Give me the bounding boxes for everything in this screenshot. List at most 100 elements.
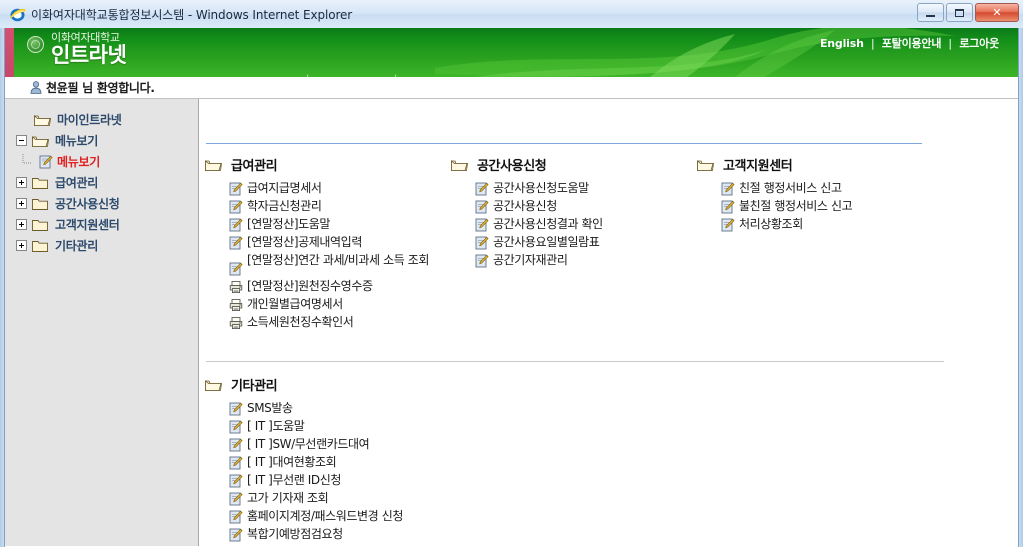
sidebar-item-customer-support[interactable]: 고객지원센터 — [13, 214, 198, 235]
sidebar-item-label: 공간사용신청 — [55, 197, 120, 211]
menu-link-kind-service-report[interactable]: 친절 행정서비스 신고 — [721, 181, 937, 196]
group-header: 기타관리 — [205, 375, 605, 394]
menu-link-label: 친절 행정서비스 신고 — [739, 181, 842, 195]
folder-open-icon — [32, 135, 49, 147]
sidebar-item-menu-view-group[interactable]: 메뉴보기 — [13, 130, 198, 151]
folder-open-icon — [34, 114, 51, 126]
document-pencil-icon — [229, 262, 243, 276]
menu-group-payroll: 급여관리 급여지급명세서 학자금신청관리 [연말정산]도움말 [연말정산]공제내… — [205, 155, 451, 333]
menu-link-income-tax-withholding-certificate[interactable]: 소득세원천징수확인서 — [229, 315, 451, 330]
group-items: 급여지급명세서 학자금신청관리 [연말정산]도움말 [연말정산]공제내역입력 [… — [205, 181, 451, 330]
folder-closed-icon — [32, 219, 48, 231]
document-pencil-icon — [229, 420, 243, 434]
content-area: 급여관리 급여지급명세서 학자금신청관리 [연말정산]도움말 [연말정산]공제내… — [199, 99, 1018, 546]
menu-link-tuition-application[interactable]: 학자금신청관리 — [229, 199, 451, 214]
menu-link-label: SMS발송 — [247, 401, 293, 415]
sidebar-item-label: 메뉴보기 — [57, 155, 100, 169]
menu-group-other-management: 기타관리 SMS발송 [IT]도움말 [IT]SW/무선랜카드대여 [… — [205, 375, 605, 545]
menu-link-it-rental-status-inquiry[interactable]: [ IT ]대여현황조회 — [229, 455, 605, 470]
close-button[interactable]: ✕ — [975, 3, 1019, 22]
menu-link-yearend-withholding-receipt[interactable]: [연말정산]원천징수영수증 — [229, 279, 451, 294]
content-section-divider — [206, 361, 944, 362]
menu-link-label: 공간사용요일별일람표 — [493, 235, 600, 249]
menu-link-space-request[interactable]: 공간사용신청 — [475, 199, 697, 214]
sidebar-item-label: 급여관리 — [55, 176, 98, 190]
browser-window: 이화여자대학교통합정보시스템 - Windows Internet Explor… — [0, 0, 1023, 547]
group-title: 기타관리 — [231, 379, 278, 394]
document-pencil-icon — [229, 438, 243, 452]
document-pencil-icon — [721, 182, 735, 196]
link-english[interactable]: English — [813, 37, 871, 50]
menu-link-yearend-annual-income-inquiry[interactable]: [연말정산]연간 과세/비과세 소득 조회 — [229, 253, 451, 276]
document-pencil-icon — [39, 155, 53, 168]
document-pencil-icon — [229, 182, 243, 196]
sidebar-item-menu-view[interactable]: 메뉴보기 — [13, 151, 198, 172]
menu-link-copier-maintenance-request[interactable]: 복합기예방점검요청 — [229, 527, 605, 542]
expand-toggle-plus-icon[interactable] — [16, 240, 27, 251]
university-emblem-icon — [27, 36, 44, 53]
internet-explorer-icon — [9, 6, 26, 23]
menu-link-space-request-result[interactable]: 공간사용신청결과 확인 — [475, 217, 697, 232]
folder-closed-icon — [32, 177, 48, 189]
document-pencil-icon — [721, 218, 735, 232]
site-logo[interactable]: 이화여자대학교 인트라넷 — [27, 31, 127, 66]
menu-link-homepage-account-password-change[interactable]: 홈페이지계정/패스워드변경 신청 — [229, 509, 605, 524]
menu-link-yearend-deduction-entry[interactable]: [연말정산]공제내역입력 — [229, 235, 451, 250]
expand-toggle-plus-icon[interactable] — [16, 219, 27, 230]
menu-link-unkind-service-report[interactable]: 불친절 행정서비스 신고 — [721, 199, 937, 214]
logo-text: 이화여자대학교 인트라넷 — [51, 31, 127, 66]
sidebar-item-my-intranet[interactable]: 마이인트라넷 — [13, 109, 198, 130]
sidebar-item-payroll[interactable]: 급여관리 — [13, 172, 198, 193]
menu-link-label: 공간사용신청 — [493, 199, 557, 213]
menu-link-it-sw-wireless-card-rental[interactable]: [ IT ]SW/무선랜카드대여 — [229, 437, 605, 452]
menu-link-yearend-help[interactable]: [연말정산]도움말 — [229, 217, 451, 232]
sidebar-item-space-request[interactable]: 공간사용신청 — [13, 193, 198, 214]
group-items: 친절 행정서비스 신고 불친절 행정서비스 신고 처리상황조회 — [697, 181, 937, 232]
sidebar-item-other-management[interactable]: 기타관리 — [13, 235, 198, 256]
menu-link-space-weekly-schedule[interactable]: 공간사용요일별일람표 — [475, 235, 697, 250]
menu-link-label: [ IT ]도움말 — [247, 419, 305, 433]
menu-link-sms-send[interactable]: SMS발송 — [229, 401, 605, 416]
menu-link-processing-status-inquiry[interactable]: 처리상황조회 — [721, 217, 937, 232]
folder-open-icon — [451, 159, 468, 171]
menu-link-payroll-statement[interactable]: 급여지급명세서 — [229, 181, 451, 196]
group-title: 급여관리 — [231, 159, 278, 174]
maximize-button[interactable] — [946, 3, 973, 22]
menu-columns: 급여관리 급여지급명세서 학자금신청관리 [연말정산]도움말 [연말정산]공제내… — [199, 155, 1018, 333]
menu-link-monthly-payslip[interactable]: 개인월별급여명세서 — [229, 297, 451, 312]
page-body: 마이인트라넷 메뉴보기 메뉴보기 급여관리 공간사용신청 고객지원센터 기타관리… — [5, 99, 1018, 546]
maximize-icon — [955, 8, 964, 17]
printer-icon — [229, 317, 243, 330]
menu-link-label: 불친절 행정서비스 신고 — [739, 199, 853, 213]
minimize-button[interactable] — [917, 3, 944, 22]
menu-link-space-equipment-management[interactable]: 공간기자재관리 — [475, 253, 697, 268]
menu-link-it-help[interactable]: [ IT ]도움말 — [229, 419, 605, 434]
menu-link-it-wireless-id-request[interactable]: [ IT ]무선랜 ID신청 — [229, 473, 605, 488]
welcome-message: 쳔윤필 님 환영합니다. — [46, 81, 155, 95]
menu-link-label: [ IT ]무선랜 ID신청 — [247, 473, 342, 487]
close-icon: ✕ — [992, 6, 1002, 19]
group-items: SMS발송 [ IT ]도움말 [IT]SW/무선랜카드대여 [IT]대… — [205, 401, 605, 542]
menu-group-space-request: 공간사용신청 공간사용신청도움말 공간사용신청 공간사용신청결과 확인 공간사용… — [451, 155, 697, 333]
expand-toggle-plus-icon[interactable] — [16, 177, 27, 188]
document-pencil-icon — [229, 402, 243, 416]
document-pencil-icon — [229, 510, 243, 524]
link-portal-guide[interactable]: 포탈이용안내 — [875, 35, 949, 51]
menu-link-label: 홈페이지계정/패스워드변경 신청 — [247, 509, 404, 523]
expand-toggle-plus-icon[interactable] — [16, 198, 27, 209]
menu-link-expensive-equipment-inquiry[interactable]: 고가 기자재 조회 — [229, 491, 605, 506]
folder-closed-icon — [32, 240, 48, 252]
menu-link-label: 고가 기자재 조회 — [247, 491, 329, 505]
printer-icon — [229, 299, 243, 312]
document-pencil-icon — [229, 528, 243, 542]
group-header: 고객지원센터 — [697, 155, 937, 174]
menu-link-label: 처리상황조회 — [739, 217, 803, 231]
header-accent-stripe — [5, 28, 14, 77]
collapse-toggle-minus-icon[interactable] — [16, 135, 27, 146]
menu-link-space-request-help[interactable]: 공간사용신청도움말 — [475, 181, 697, 196]
document-pencil-icon — [475, 254, 489, 268]
link-logout[interactable]: 로그아웃 — [952, 35, 1006, 51]
logo-university-name: 이화여자대학교 — [51, 31, 120, 44]
document-pencil-icon — [721, 200, 735, 214]
content-top-divider — [206, 143, 922, 144]
